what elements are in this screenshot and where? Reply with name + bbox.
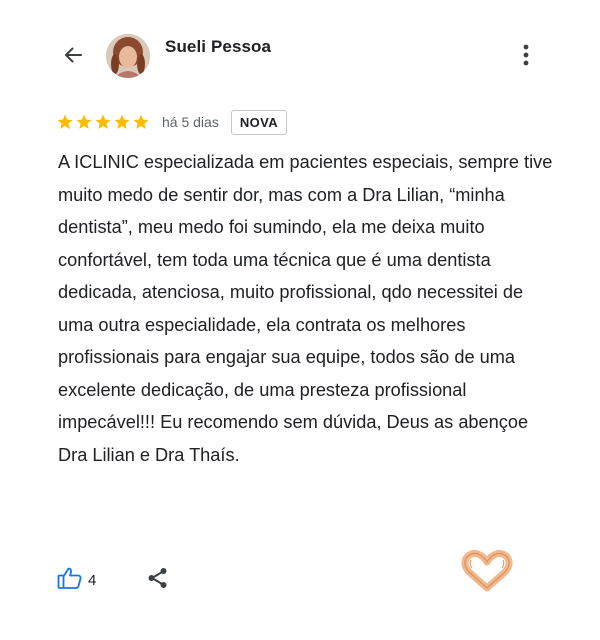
new-badge: NOVA	[230, 109, 288, 135]
like-count: 4	[88, 572, 97, 589]
star-icon	[132, 113, 150, 131]
back-button[interactable]	[58, 42, 88, 72]
review-text: A ICLINIC especializada em pacientes esp…	[58, 152, 553, 465]
star-icon	[56, 113, 74, 131]
avatar-photo	[106, 34, 150, 78]
share-button[interactable]	[145, 567, 171, 593]
arrow-left-icon	[61, 43, 85, 72]
more-options-button[interactable]	[513, 42, 539, 72]
avatar[interactable]	[106, 34, 150, 78]
heart-hands-icon	[459, 548, 515, 594]
rating-row: há 5 dias NOVA	[56, 108, 288, 136]
star-icon	[75, 113, 93, 131]
star-icon	[94, 113, 112, 131]
review-time: há 5 dias	[162, 114, 219, 130]
like-button[interactable]: 4	[57, 566, 96, 595]
share-icon	[146, 566, 170, 595]
star-icon	[113, 113, 131, 131]
thumbs-up-icon	[57, 566, 83, 595]
star-rating	[56, 113, 150, 131]
more-vertical-icon	[523, 44, 529, 71]
reviewer-name[interactable]: Sueli Pessoa	[165, 37, 271, 57]
